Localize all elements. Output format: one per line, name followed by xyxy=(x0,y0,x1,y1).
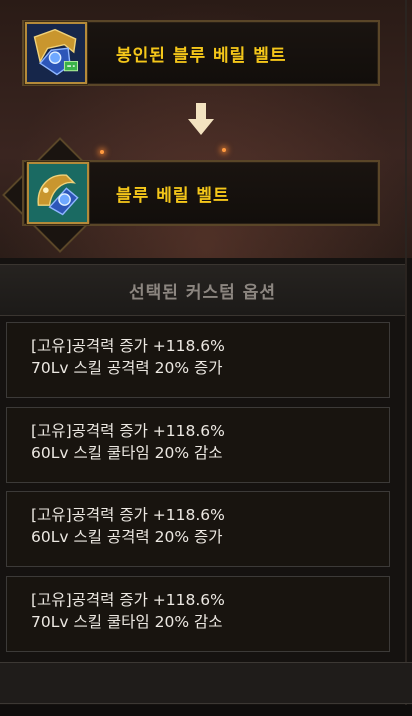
right-divider xyxy=(405,0,407,716)
option-1-line1: [고유]공격력 증가 +118.6% xyxy=(31,337,225,355)
option-3-line1: [고유]공격력 증가 +118.6% xyxy=(31,506,225,524)
options-header: 선택된 커스텀 옵션 xyxy=(0,264,405,316)
option-2-line1: [고유]공격력 증가 +118.6% xyxy=(31,422,225,440)
spark-left xyxy=(100,150,104,154)
option-1-line2: 70Lv 스킬 공격력 20% 증가 xyxy=(31,359,223,377)
option-3-line2: 60Lv 스킬 공격력 20% 증가 xyxy=(31,528,223,546)
option-2-line2: 60Lv 스킬 쿨타임 20% 감소 xyxy=(31,444,223,462)
arrow-down-icon xyxy=(188,103,214,135)
option-1[interactable]: [고유]공격력 증가 +118.6% 70Lv 스킬 공격력 20% 증가 xyxy=(6,322,390,398)
sealed-item-name: 봉인된 블루 베릴 벨트 xyxy=(116,45,287,66)
option-3[interactable]: [고유]공격력 증가 +118.6% 60Lv 스킬 공격력 20% 증가 xyxy=(6,491,390,567)
spark-right xyxy=(222,148,226,152)
option-4-line2: 70Lv 스킬 쿨타임 20% 감소 xyxy=(31,613,223,631)
belt-sealed-icon[interactable] xyxy=(25,22,87,84)
option-4[interactable]: [고유]공격력 증가 +118.6% 70Lv 스킬 쿨타임 20% 감소 xyxy=(6,576,390,652)
option-4-line1: [고유]공격력 증가 +118.6% xyxy=(31,591,225,609)
footer-strip xyxy=(0,705,412,716)
result-item-name: 블루 베릴 벨트 xyxy=(116,185,230,206)
belt-icon[interactable] xyxy=(27,162,89,224)
bottom-bar xyxy=(0,662,412,704)
option-2[interactable]: [고유]공격력 증가 +118.6% 60Lv 스킬 쿨타임 20% 감소 xyxy=(6,407,390,483)
